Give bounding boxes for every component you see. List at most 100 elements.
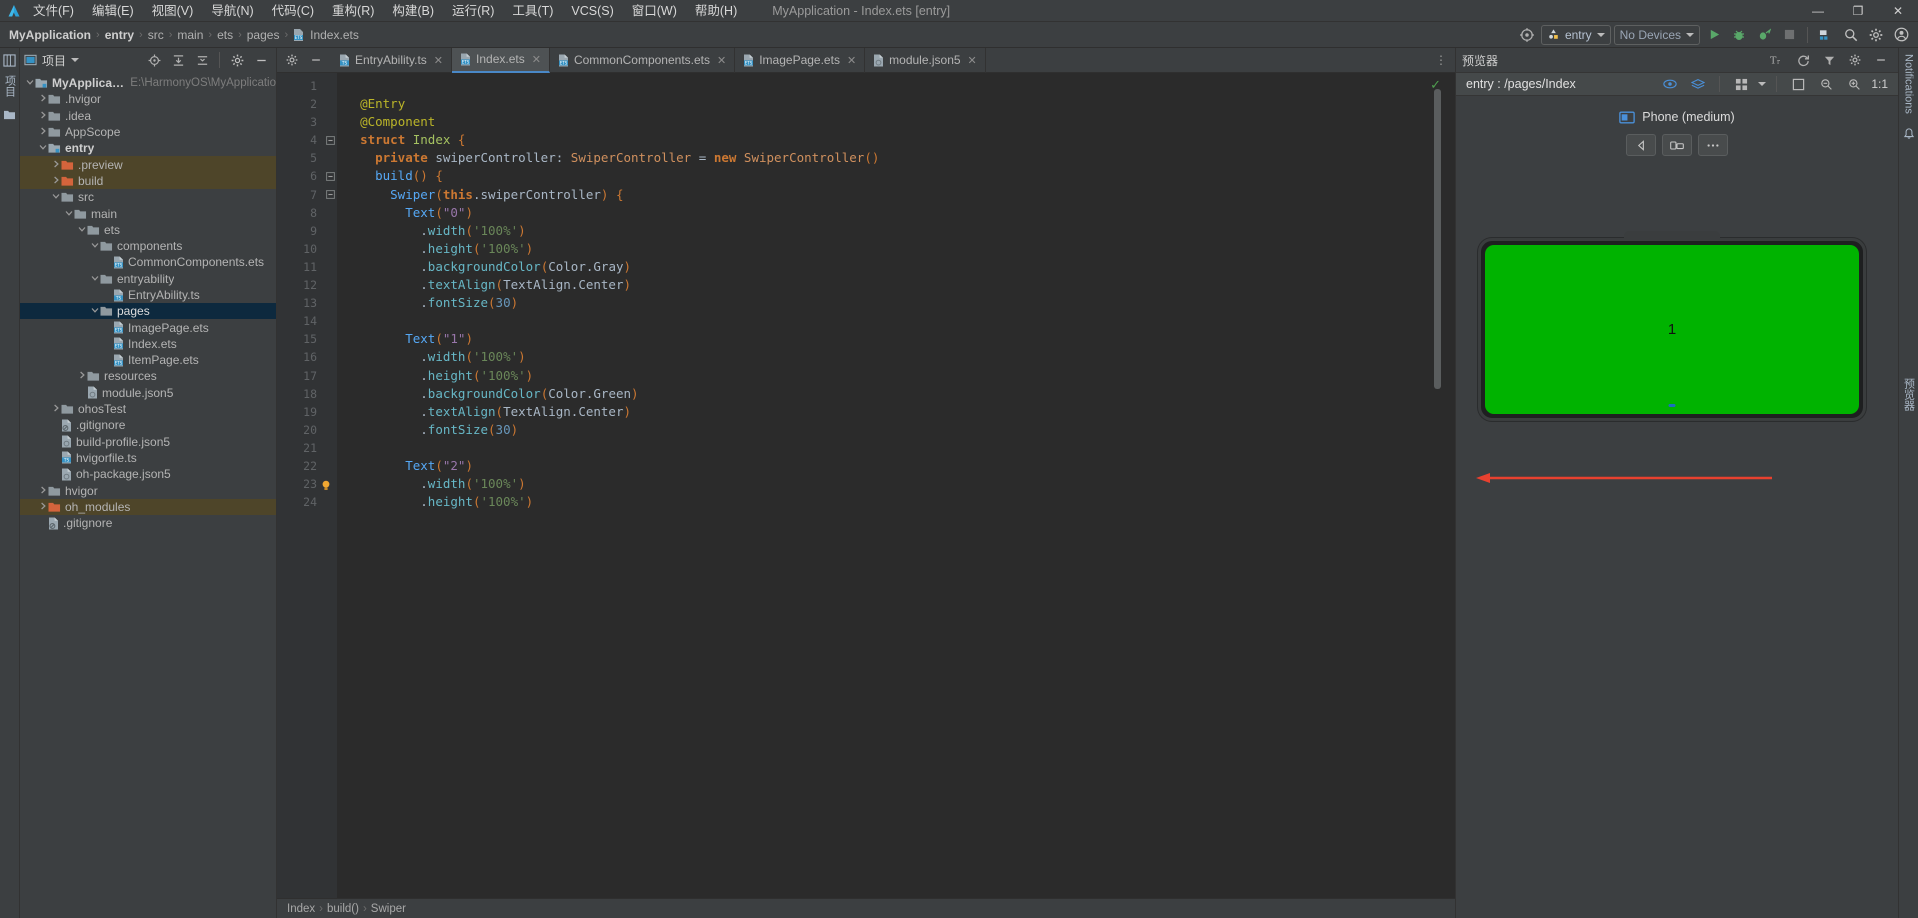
code-line[interactable]: .fontSize(30) — [337, 294, 1455, 312]
chevron-down-icon[interactable] — [89, 274, 100, 284]
code-line[interactable]: .width('100%') — [337, 348, 1455, 366]
tree-node-resources[interactable]: resources — [20, 368, 276, 384]
code-line[interactable]: @Entry — [337, 95, 1455, 113]
close-icon[interactable]: ✕ — [847, 54, 856, 67]
code-line[interactable] — [337, 312, 1455, 330]
structure-crumb-swiper[interactable]: Swiper — [371, 903, 406, 915]
menu-item-navigate[interactable]: 导航(N) — [202, 0, 262, 22]
code-line[interactable]: Text("2") — [337, 457, 1455, 475]
menu-item-help[interactable]: 帮助(H) — [686, 0, 746, 22]
code-line[interactable] — [337, 439, 1455, 457]
menu-item-refactor[interactable]: 重构(R) — [323, 0, 383, 22]
editor-tab-index-ets[interactable]: ETS Index.ets ✕ — [452, 47, 550, 73]
gear-icon[interactable] — [1865, 25, 1887, 45]
breadcrumb-item-module[interactable]: entry — [102, 28, 137, 42]
code-fold-toggle[interactable] — [323, 186, 337, 204]
chevron-right-icon[interactable] — [37, 502, 48, 512]
code-line[interactable]: .height('100%') — [337, 367, 1455, 385]
tree-node--gitignore[interactable]: .gitignore — [20, 515, 276, 531]
chevron-right-icon[interactable] — [37, 94, 48, 104]
tree-node-imagepage-ets[interactable]: ETS ImagePage.ets — [20, 319, 276, 335]
refresh-icon[interactable] — [1792, 50, 1814, 70]
stop-button[interactable] — [1778, 25, 1800, 45]
zoom-out-icon[interactable] — [1815, 74, 1837, 94]
chevron-right-icon[interactable] — [37, 127, 48, 137]
gear-icon[interactable] — [226, 50, 248, 70]
tree-node-build-profile-json5[interactable]: build-profile.json5 — [20, 434, 276, 450]
chevron-down-icon[interactable] — [1758, 82, 1767, 86]
code-line[interactable]: private swiperController: SwiperControll… — [337, 149, 1455, 167]
code-line[interactable]: .textAlign(TextAlign.Center) — [337, 276, 1455, 294]
structure-crumb-build[interactable]: build() — [327, 903, 359, 915]
code-line[interactable]: build() { — [337, 167, 1455, 185]
code-line[interactable]: .backgroundColor(Color.Green) — [337, 385, 1455, 403]
gear-target-icon[interactable] — [1516, 25, 1538, 45]
chevron-right-icon[interactable] — [37, 111, 48, 121]
code-fold-toggle[interactable] — [323, 131, 337, 149]
chevron-down-icon[interactable] — [89, 306, 100, 316]
editor-tab-commoncomponents-ets[interactable]: ETS CommonComponents.ets ✕ — [550, 47, 736, 73]
tree-node-itempage-ets[interactable]: ETS ItemPage.ets — [20, 352, 276, 368]
project-rail-label[interactable]: 项目 — [2, 75, 18, 97]
fit-screen-icon[interactable] — [1787, 74, 1809, 94]
menu-item-run[interactable]: 运行(R) — [443, 0, 503, 22]
close-icon[interactable]: ✕ — [968, 54, 977, 67]
tree-node-components[interactable]: components — [20, 238, 276, 254]
chevron-down-icon[interactable] — [71, 58, 80, 62]
chevron-down-icon[interactable] — [37, 143, 48, 153]
code-line[interactable]: Text("0") — [337, 204, 1455, 222]
more-options-button[interactable] — [1698, 134, 1728, 156]
code-fold-toggle[interactable] — [323, 167, 337, 185]
menu-item-edit[interactable]: 编辑(E) — [83, 0, 143, 22]
code-content[interactable]: @Entry @Component struct Index { private… — [337, 73, 1455, 898]
minimize-button[interactable]: — — [1798, 0, 1838, 22]
rotate-button[interactable] — [1662, 134, 1692, 156]
zoom-level-label[interactable]: 1:1 — [1871, 77, 1888, 91]
tree-node-hvigor[interactable]: hvigor — [20, 482, 276, 498]
breadcrumb-item-pages[interactable]: pages — [244, 28, 283, 42]
tree-node-main[interactable]: main — [20, 205, 276, 221]
device-manager-icon[interactable] — [1815, 25, 1837, 45]
device-screen[interactable]: 1 — [1485, 245, 1859, 414]
run-button[interactable] — [1703, 25, 1725, 45]
profile-button[interactable] — [1753, 25, 1775, 45]
breadcrumb-item-file[interactable]: Index.ets — [307, 28, 362, 42]
tree-node--preview[interactable]: .preview — [20, 156, 276, 173]
code-line[interactable]: .backgroundColor(Color.Gray) — [337, 258, 1455, 276]
menu-item-code[interactable]: 代码(C) — [263, 0, 323, 22]
collapse-all-icon[interactable] — [191, 50, 213, 70]
editor-tab-imagepage-ets[interactable]: ETS ImagePage.ets ✕ — [735, 47, 866, 73]
code-line[interactable]: .height('100%') — [337, 493, 1455, 511]
chevron-right-icon[interactable] — [50, 404, 61, 414]
back-button[interactable] — [1626, 134, 1656, 156]
code-line[interactable]: Swiper(this.swiperController) { — [337, 186, 1455, 204]
notifications-rail-label[interactable]: Notifications — [1903, 54, 1915, 114]
gear-icon[interactable] — [1844, 50, 1866, 70]
maximize-button[interactable]: ❐ — [1838, 0, 1878, 22]
device-selector[interactable]: No Devices — [1613, 24, 1700, 45]
tree-node-hvigorfile-ts[interactable]: TS hvigorfile.ts — [20, 450, 276, 466]
tree-node-src[interactable]: src — [20, 189, 276, 205]
inspector-icon[interactable] — [1659, 74, 1681, 94]
tree-node-ohostest[interactable]: ohosTest — [20, 401, 276, 417]
code-line[interactable]: .width('100%') — [337, 222, 1455, 240]
menu-item-window[interactable]: 窗口(W) — [623, 0, 686, 22]
close-icon[interactable]: ✕ — [532, 53, 541, 66]
code-line[interactable]: .height('100%') — [337, 240, 1455, 258]
hide-editor-icon[interactable] — [305, 50, 327, 70]
previewer-rail-label[interactable]: 预览器 — [1901, 378, 1917, 411]
breadcrumb-item-src[interactable]: src — [145, 28, 167, 42]
editor-scrollbar[interactable] — [1433, 73, 1443, 898]
editor-tab-module-json5[interactable]: module.json5 ✕ — [865, 47, 986, 73]
chevron-down-icon[interactable] — [24, 78, 35, 88]
hide-panel-icon[interactable] — [1870, 50, 1892, 70]
text-size-icon[interactable]: Tr — [1766, 50, 1788, 70]
menu-item-tools[interactable]: 工具(T) — [503, 0, 562, 22]
breadcrumb-item-ets[interactable]: ets — [214, 28, 236, 42]
menu-item-vcs[interactable]: VCS(S) — [562, 0, 622, 22]
bell-icon[interactable] — [1903, 128, 1915, 140]
tree-node--idea[interactable]: .idea — [20, 108, 276, 124]
folder-rail-icon[interactable] — [3, 109, 16, 120]
zoom-in-icon[interactable] — [1843, 74, 1865, 94]
project-tree[interactable]: MyApplication E:\HarmonyOS\MyApplicatio .h… — [20, 72, 276, 918]
